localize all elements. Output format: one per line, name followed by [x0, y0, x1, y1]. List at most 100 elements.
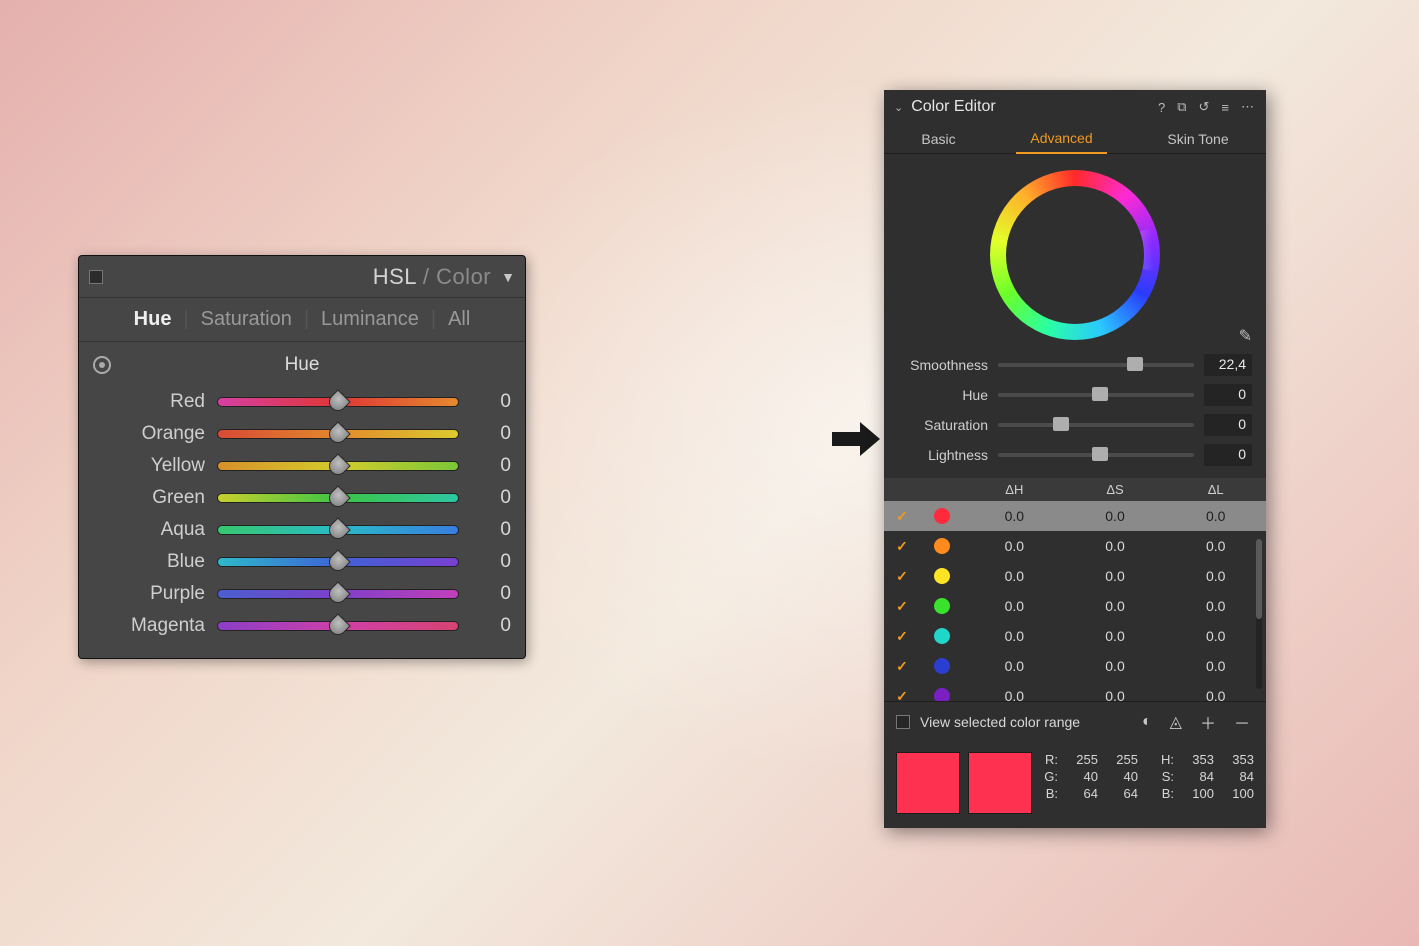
hue-slider-red[interactable] [217, 397, 459, 407]
slider-knob[interactable] [1092, 447, 1108, 461]
add-color-button[interactable]: ＋ [1196, 710, 1220, 734]
color-row[interactable]: ✓0.00.00.0 [884, 561, 1266, 591]
slider-value[interactable]: 0 [1204, 384, 1252, 406]
slider-value[interactable]: 0 [471, 487, 511, 509]
hue-slider-blue[interactable] [217, 557, 459, 567]
slider-knob[interactable] [325, 613, 350, 638]
cell-dl: 0.0 [1165, 538, 1266, 554]
slider-knob[interactable] [325, 485, 350, 510]
row-checkbox[interactable]: ✓ [884, 568, 920, 585]
presets-menu-icon[interactable]: ≡ [1219, 100, 1231, 115]
color-row[interactable]: ✓0.00.00.0 [884, 531, 1266, 561]
ce-slider-row-hue: Hue 0 [898, 380, 1252, 410]
slider-value[interactable]: 0 [471, 583, 511, 605]
slider-knob[interactable] [325, 581, 350, 606]
cell-dl: 0.0 [1165, 508, 1266, 524]
disclosure-triangle-icon[interactable]: ▼ [501, 269, 515, 285]
cell-dl: 0.0 [1165, 598, 1266, 614]
cell-dh: 0.0 [964, 568, 1065, 584]
hue-slider-aqua[interactable] [217, 525, 459, 535]
slider-value[interactable]: 0 [471, 519, 511, 541]
color-wheel[interactable] [990, 170, 1160, 340]
color-row[interactable]: ✓0.00.00.0 [884, 651, 1266, 681]
slider-knob[interactable] [1053, 417, 1069, 431]
mask-circle-icon[interactable]: ◐ [1138, 713, 1156, 731]
section-title: Hue [93, 354, 511, 376]
arrow-icon [830, 420, 882, 463]
selection-wedge[interactable] [1072, 228, 1155, 277]
color-row[interactable]: ✓0.00.00.0 [884, 501, 1266, 531]
reset-icon[interactable]: ↺ [1197, 99, 1212, 115]
eyedropper-icon[interactable]: ✎ [1239, 326, 1252, 346]
view-range-checkbox[interactable] [896, 715, 910, 729]
panel-toggle-switch[interactable] [89, 270, 103, 284]
row-checkbox[interactable]: ✓ [884, 538, 920, 555]
ce-slider-row-lightness: Lightness 0 [898, 440, 1252, 470]
selection-dot[interactable] [1129, 245, 1137, 253]
ce-slider-row-smoothness: Smoothness22,4 [898, 350, 1252, 380]
slider-value[interactable]: 0 [471, 551, 511, 573]
hue-slider-orange[interactable] [217, 429, 459, 439]
slider-value[interactable]: 22,4 [1204, 354, 1252, 376]
hue-slider-yellow[interactable] [217, 461, 459, 471]
slider-knob[interactable] [325, 421, 350, 446]
cell-ds: 0.0 [1065, 658, 1166, 674]
row-checkbox[interactable]: ✓ [884, 688, 920, 702]
color-swatch [920, 688, 964, 701]
color-row[interactable]: ✓0.00.00.0 [884, 681, 1266, 701]
slider-knob[interactable] [325, 453, 350, 478]
hue-slider-magenta[interactable] [217, 621, 459, 631]
row-checkbox[interactable]: ✓ [884, 508, 920, 525]
slider-value[interactable]: 0 [471, 391, 511, 413]
tab-basic[interactable]: Basic [907, 131, 969, 153]
slider-knob[interactable] [325, 549, 350, 574]
cell-dh: 0.0 [964, 658, 1065, 674]
tab-saturation[interactable]: Saturation [201, 308, 292, 331]
slider-track-hue[interactable] [998, 393, 1194, 397]
slider-knob[interactable] [325, 517, 350, 542]
slider-label: Magenta [93, 615, 205, 637]
slider-knob[interactable] [1127, 357, 1143, 371]
slider-value[interactable]: 0 [1204, 444, 1252, 466]
slider-track-smoothness[interactable] [998, 363, 1194, 367]
hue-slider-purple[interactable] [217, 589, 459, 599]
tab-skin-tone[interactable]: Skin Tone [1153, 131, 1242, 153]
slider-label: Lightness [898, 447, 988, 463]
slider-label: Purple [93, 583, 205, 605]
tab-advanced[interactable]: Advanced [1016, 130, 1106, 154]
cell-dh: 0.0 [964, 538, 1065, 554]
tab-hue[interactable]: Hue [134, 308, 172, 331]
slider-label: Red [93, 391, 205, 413]
slider-value[interactable]: 0 [471, 455, 511, 477]
slider-track-lightness[interactable] [998, 453, 1194, 457]
ce-slider-row-saturation: Saturation0 [898, 410, 1252, 440]
more-icon[interactable]: ⋯ [1239, 99, 1256, 115]
color-swatch [920, 598, 964, 614]
row-checkbox[interactable]: ✓ [884, 628, 920, 645]
color-swatch [920, 508, 964, 524]
row-checkbox[interactable]: ✓ [884, 598, 920, 615]
color-swatch [920, 538, 964, 554]
hue-slider-green[interactable] [217, 493, 459, 503]
slider-track-saturation[interactable] [998, 423, 1194, 427]
color-row[interactable]: ✓0.00.00.0 [884, 591, 1266, 621]
slider-label: Hue [898, 387, 988, 403]
slider-value[interactable]: 0 [471, 615, 511, 637]
title-sep: / [416, 264, 436, 289]
slider-knob[interactable] [1092, 387, 1108, 401]
help-icon[interactable]: ? [1156, 100, 1167, 115]
mask-wedge-icon[interactable]: ◬ [1166, 712, 1186, 732]
targeted-adjustment-icon[interactable] [93, 356, 111, 374]
row-checkbox[interactable]: ✓ [884, 658, 920, 675]
table-scrollbar[interactable] [1256, 539, 1262, 689]
panel-title: Color Editor [911, 98, 1148, 116]
collapse-chevron-icon[interactable]: ⌄ [894, 101, 903, 114]
tab-all[interactable]: All [448, 308, 470, 331]
slider-knob[interactable] [325, 389, 350, 414]
remove-color-button[interactable]: － [1230, 710, 1254, 734]
slider-value[interactable]: 0 [471, 423, 511, 445]
color-row[interactable]: ✓0.00.00.0 [884, 621, 1266, 651]
copy-icon[interactable]: ⧉ [1175, 99, 1188, 115]
slider-value[interactable]: 0 [1204, 414, 1252, 436]
tab-luminance[interactable]: Luminance [321, 308, 419, 331]
